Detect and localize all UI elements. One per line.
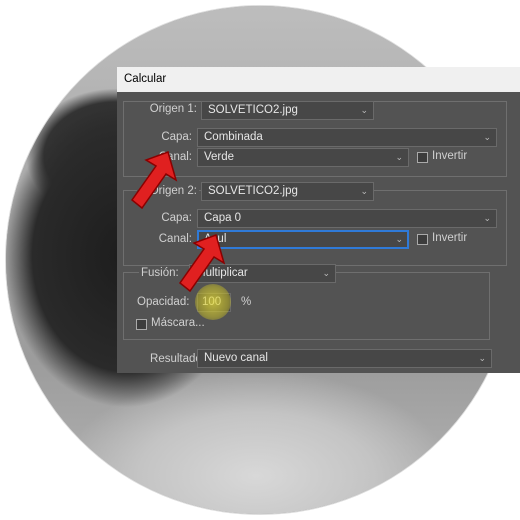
source1-channel-value: Verde bbox=[204, 151, 235, 163]
source1-file-select[interactable]: SOLVETICO2.jpg ⌄ bbox=[201, 101, 374, 120]
result-label: Resultado: bbox=[150, 353, 205, 365]
chevron-down-icon: ⌄ bbox=[395, 152, 403, 162]
source2-layer-value: Capa 0 bbox=[204, 212, 242, 224]
source1-channel-select[interactable]: Verde ⌄ bbox=[197, 148, 409, 167]
red-arrow-icon bbox=[178, 234, 226, 293]
chevron-down-icon: ⌄ bbox=[478, 353, 486, 363]
opacity-percent: % bbox=[241, 296, 252, 308]
opacity-label: Opacidad: bbox=[137, 296, 190, 308]
chevron-down-icon: ⌄ bbox=[483, 213, 491, 223]
source1-file-value: SOLVETICO2.jpg bbox=[208, 104, 298, 116]
mask-checkbox[interactable] bbox=[136, 319, 147, 330]
source2-channel-select[interactable]: Azul ⌄ bbox=[197, 230, 409, 249]
source1-invert-checkbox[interactable] bbox=[417, 152, 428, 163]
red-arrow-icon bbox=[130, 151, 178, 210]
source1-layer-value: Combinada bbox=[204, 131, 263, 143]
source2-layer-select[interactable]: Capa 0 ⌄ bbox=[197, 209, 497, 228]
chevron-down-icon: ⌄ bbox=[360, 105, 368, 115]
chevron-down-icon: ⌄ bbox=[360, 186, 368, 196]
chevron-down-icon: ⌄ bbox=[322, 268, 330, 278]
dialog-titlebar: Calcular bbox=[117, 67, 520, 92]
calculations-dialog: Calcular Origen 1: SOLVETICO2.jpg ⌄ Capa… bbox=[117, 67, 520, 373]
mask-label: Máscara... bbox=[151, 317, 205, 329]
source1-label: Origen 1: bbox=[137, 103, 199, 115]
result-select[interactable]: Nuevo canal ⌄ bbox=[197, 349, 492, 368]
chevron-down-icon: ⌄ bbox=[483, 132, 491, 142]
result-value: Nuevo canal bbox=[204, 352, 268, 364]
source2-file-value: SOLVETICO2.jpg bbox=[208, 185, 298, 197]
source1-layer-label: Capa: bbox=[161, 131, 192, 143]
source2-file-select[interactable]: SOLVETICO2.jpg ⌄ bbox=[201, 182, 374, 201]
source1-layer-select[interactable]: Combinada ⌄ bbox=[197, 128, 497, 147]
source2-invert-label: Invertir bbox=[432, 232, 468, 244]
chevron-down-icon: ⌄ bbox=[395, 234, 403, 244]
source2-invert-checkbox[interactable] bbox=[417, 234, 428, 245]
source1-invert-label: Invertir bbox=[432, 150, 468, 162]
dialog-title: Calcular bbox=[124, 73, 167, 85]
